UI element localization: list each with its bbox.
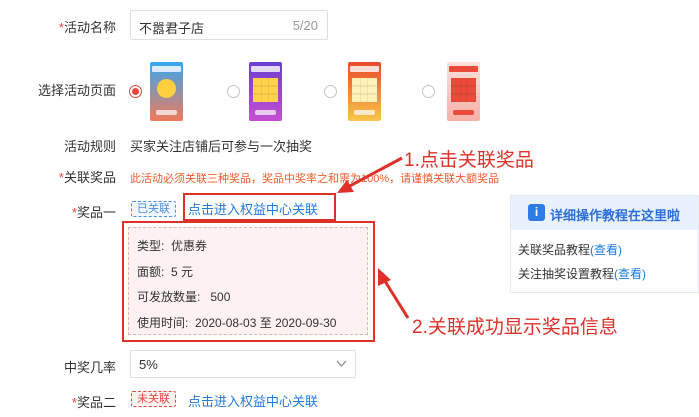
help-item-follow: 关注抽奖设置教程(查看) xyxy=(518,267,647,281)
info-icon: i xyxy=(528,204,545,221)
step1-annotation: 1.点击关联奖品 xyxy=(404,150,534,171)
help-panel-header: i 详细操作教程在这里啦 xyxy=(511,196,698,230)
win-rate-select[interactable]: 5% xyxy=(130,350,356,378)
win-rate-value: 5% xyxy=(139,357,158,372)
view-follow-tutorial-link[interactable]: (查看) xyxy=(614,267,646,281)
step1-arrow-icon xyxy=(337,156,403,193)
prize2-link[interactable]: 点击进入权益中心关联 xyxy=(188,391,318,410)
help-title: 详细操作教程在这里啦 xyxy=(550,208,681,223)
view-prize-tutorial-link[interactable]: (查看) xyxy=(590,243,622,257)
step2-arrow-icon xyxy=(378,268,410,319)
prize2-unlinked-tag: 未关联 xyxy=(131,391,176,407)
chevron-down-icon xyxy=(336,360,347,368)
help-panel: i 详细操作教程在这里啦 关联奖品教程(查看) 关注抽奖设置教程(查看) xyxy=(510,195,699,293)
prize2-label: *奖品二 xyxy=(71,395,116,410)
step2-annotation: 2.关联成功显示奖品信息 xyxy=(412,317,618,338)
win-rate-label: 中奖几率 xyxy=(63,360,116,375)
help-item-prize: 关联奖品教程(查看) xyxy=(518,243,623,257)
